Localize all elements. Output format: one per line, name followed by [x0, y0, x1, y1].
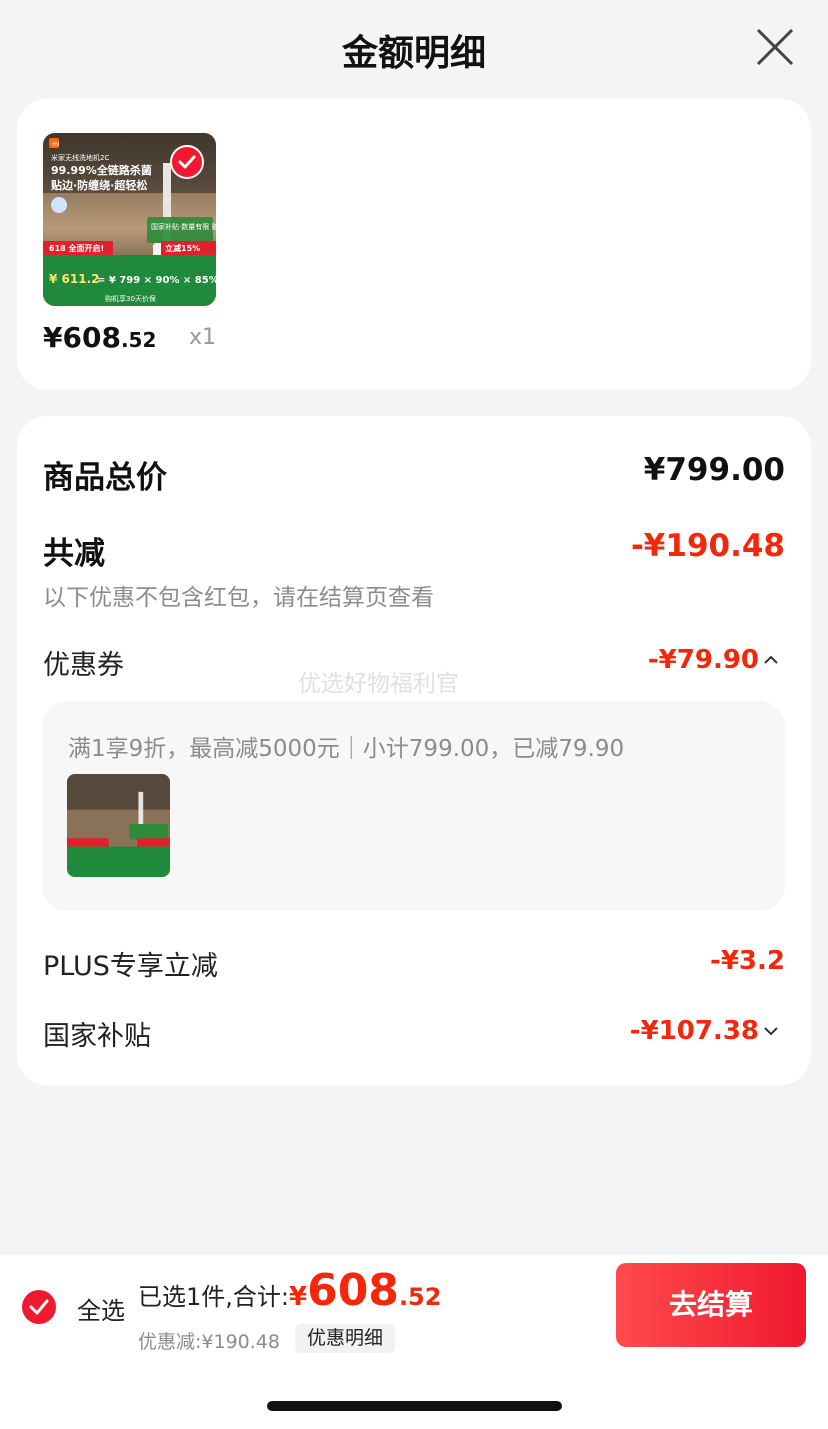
svg-text:¥ 611.2: ¥ 611.2 — [49, 272, 99, 286]
total-price-label: 商品总价 — [43, 460, 167, 496]
svg-text:米家无线洗地机2C: 米家无线洗地机2C — [51, 153, 109, 162]
svg-text:618 全面开启!: 618 全面开启! — [49, 243, 104, 253]
product-image[interactable]: mi 米家无线洗地机2C 99.99%全链路杀菌 贴边·防缠绕·超轻松 国家补贴… — [43, 133, 216, 306]
select-all-check-icon[interactable] — [22, 1290, 56, 1324]
coupon-value: -¥79.90 — [647, 645, 759, 675]
total-reduce-value: -¥190.48 — [630, 528, 785, 564]
order-total: 已选1件,合计:¥608.52 — [138, 1265, 441, 1316]
home-indicator-area — [0, 1356, 828, 1429]
product-price-dec: .52 — [120, 328, 157, 352]
coupon-detail-text: 满1享9折，最高减5000元｜小计799.00，已减79.90 — [68, 736, 625, 762]
subsidy-label[interactable]: 国家补贴 — [43, 1014, 151, 1053]
checkout-button[interactable]: 去结算 — [616, 1263, 806, 1347]
svg-text:= ¥ 799 × 90% × 85%: = ¥ 799 × 90% × 85% — [97, 275, 216, 286]
product-card: mi 米家无线洗地机2C 99.99%全链路杀菌 贴边·防缠绕·超轻松 国家补贴… — [17, 99, 811, 390]
watermark: 优选好物福利官 — [298, 671, 459, 697]
plus-discount-label: PLUS专享立减 — [43, 951, 218, 982]
chevron-up-icon — [763, 651, 779, 670]
reduce-note: 以下优惠不包含红包，请在结算页查看 — [43, 585, 434, 611]
modal-header: 金额明细 — [0, 0, 828, 96]
chevron-down-icon — [763, 1022, 779, 1041]
total-price-value: ¥799.00 — [643, 452, 785, 488]
coupon-value-row[interactable]: -¥79.90 — [648, 645, 779, 675]
total-currency: ¥ — [288, 1282, 308, 1312]
discount-detail-button[interactable]: 优惠明细 — [295, 1324, 396, 1353]
checkout-bar: 全选 已选1件,合计:¥608.52 优惠减:¥190.48 优惠明细 去结算 — [0, 1255, 828, 1356]
svg-text:立减15%: 立减15% — [165, 243, 200, 253]
home-indicator[interactable] — [267, 1401, 562, 1411]
selected-count-label: 已选1件,合计: — [138, 1283, 289, 1311]
svg-text:购机享30天价保: 购机享30天价保 — [105, 294, 156, 303]
discount-summary: 优惠减:¥190.48 — [138, 1331, 280, 1353]
subsidy-value-row[interactable]: -¥107.38 — [630, 1016, 779, 1046]
total-decimal: .52 — [398, 1283, 442, 1311]
subsidy-value: -¥107.38 — [629, 1016, 759, 1046]
svg-text:国家补贴·数量有限 随时结束!: 国家补贴·数量有限 随时结束! — [151, 222, 216, 231]
selected-check-icon[interactable] — [170, 145, 204, 179]
amount-detail-card: 商品总价 ¥799.00 共减 -¥190.48 以下优惠不包含红包，请在结算页… — [17, 416, 811, 1085]
coupon-product-thumbnail — [67, 774, 170, 877]
close-icon[interactable] — [754, 26, 796, 68]
select-all-label[interactable]: 全选 — [77, 1291, 125, 1326]
coupon-detail-box: 满1享9折，最高减5000元｜小计799.00，已减79.90 — [42, 701, 785, 911]
svg-text:贴边·防缠绕·超轻松: 贴边·防缠绕·超轻松 — [50, 178, 147, 192]
svg-text:99.99%全链路杀菌: 99.99%全链路杀菌 — [51, 163, 152, 177]
svg-text:mi: mi — [52, 141, 60, 148]
modal-title: 金额明细 — [341, 33, 486, 74]
product-price: ¥608.52 — [43, 321, 156, 354]
coupon-label[interactable]: 优惠券 — [43, 643, 124, 682]
total-integer: 608 — [307, 1265, 399, 1316]
plus-discount-value: -¥3.2 — [710, 946, 785, 976]
product-quantity: x1 — [189, 325, 217, 350]
product-price-int: ¥608 — [43, 321, 121, 354]
total-reduce-label: 共减 — [43, 536, 105, 572]
